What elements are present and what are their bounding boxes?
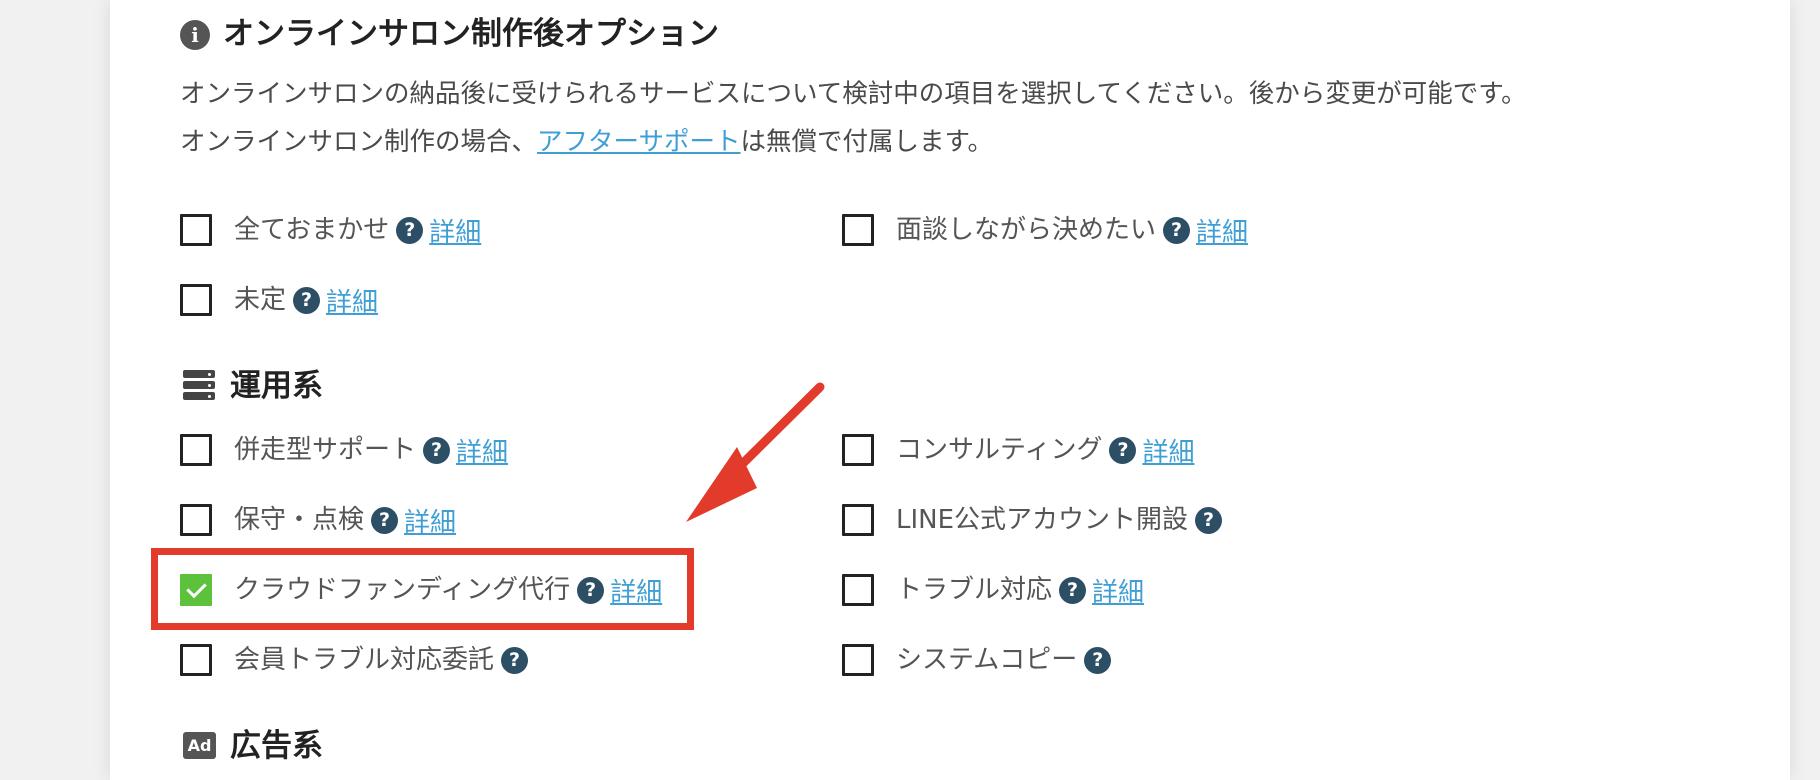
detail-link[interactable]: 詳細 [456, 432, 508, 469]
detail-link[interactable]: 詳細 [326, 282, 378, 319]
checkbox[interactable] [180, 504, 212, 536]
checkbox[interactable] [842, 434, 874, 466]
option-parallel-support[interactable]: 併走型サポート ? 詳細 [180, 430, 508, 470]
option-label: 未定 [234, 285, 287, 315]
option-label: 保守・点検 [234, 505, 365, 535]
option-label: コンサルティング [896, 435, 1103, 465]
detail-link[interactable]: 詳細 [404, 502, 456, 539]
help-icon[interactable]: ? [1163, 216, 1191, 244]
note-text-before: オンラインサロン制作の場合、 [180, 127, 538, 157]
ad-icon: Ad [183, 732, 216, 759]
note-text-after: は無償で付属します。 [740, 127, 993, 157]
option-label: 会員トラブル対応委託 [234, 645, 495, 675]
help-icon[interactable]: ? [1059, 576, 1087, 604]
detail-link[interactable]: 詳細 [1142, 432, 1194, 469]
operations-title: 運用系 [230, 368, 323, 404]
option-label: LINE公式アカウント開設 [896, 505, 1189, 535]
help-icon[interactable]: ? [1109, 436, 1137, 464]
checkbox[interactable] [180, 284, 212, 316]
option-label: 面談しながら決めたい [896, 215, 1157, 245]
option-label: システムコピー [896, 645, 1078, 675]
server-icon [183, 370, 215, 400]
help-icon[interactable]: ? [293, 286, 321, 314]
advertising-title: 広告系 [230, 728, 323, 764]
option-consulting[interactable]: コンサルティング ? 詳細 [842, 430, 1194, 470]
help-icon[interactable]: ? [1084, 646, 1112, 674]
help-icon[interactable]: ? [1195, 506, 1223, 534]
option-interview[interactable]: 面談しながら決めたい ? 詳細 [842, 210, 1248, 250]
option-system-copy[interactable]: システムコピー ? [842, 640, 1112, 680]
option-member-trouble[interactable]: 会員トラブル対応委託 ? [180, 640, 529, 680]
help-icon[interactable]: ? [371, 506, 399, 534]
after-support-link[interactable]: アフターサポート [537, 127, 741, 157]
detail-link[interactable]: 詳細 [429, 212, 481, 249]
checkbox[interactable] [842, 574, 874, 606]
help-icon[interactable]: ? [501, 646, 529, 674]
info-icon: i [180, 20, 210, 50]
checkbox[interactable] [842, 214, 874, 246]
checkbox[interactable] [180, 644, 212, 676]
checkbox[interactable] [842, 504, 874, 536]
section-title: オンラインサロン制作後オプション [223, 16, 719, 52]
checkbox[interactable] [180, 214, 212, 246]
checkbox[interactable] [842, 644, 874, 676]
help-icon[interactable]: ? [423, 436, 451, 464]
highlight-box [151, 548, 694, 630]
option-line-account[interactable]: LINE公式アカウント開設 ? [842, 500, 1223, 540]
option-maintenance[interactable]: 保守・点検 ? 詳細 [180, 500, 456, 540]
option-omakase[interactable]: 全ておまかせ ? 詳細 [180, 210, 481, 250]
checkbox[interactable] [180, 434, 212, 466]
option-undecided[interactable]: 未定 ? 詳細 [180, 280, 378, 320]
option-trouble-handling[interactable]: トラブル対応 ? 詳細 [842, 570, 1144, 610]
section-description: オンラインサロンの納品後に受けられるサービスについて検討中の項目を選択してくださ… [180, 79, 1527, 109]
option-label: トラブル対応 [896, 575, 1053, 605]
option-label: 全ておまかせ [234, 215, 390, 245]
option-label: 併走型サポート [234, 435, 417, 465]
detail-link[interactable]: 詳細 [1196, 212, 1248, 249]
help-icon[interactable]: ? [396, 216, 424, 244]
section-description-note: オンラインサロン制作の場合、アフターサポートは無償で付属します。 [180, 124, 993, 160]
detail-link[interactable]: 詳細 [1092, 572, 1144, 609]
